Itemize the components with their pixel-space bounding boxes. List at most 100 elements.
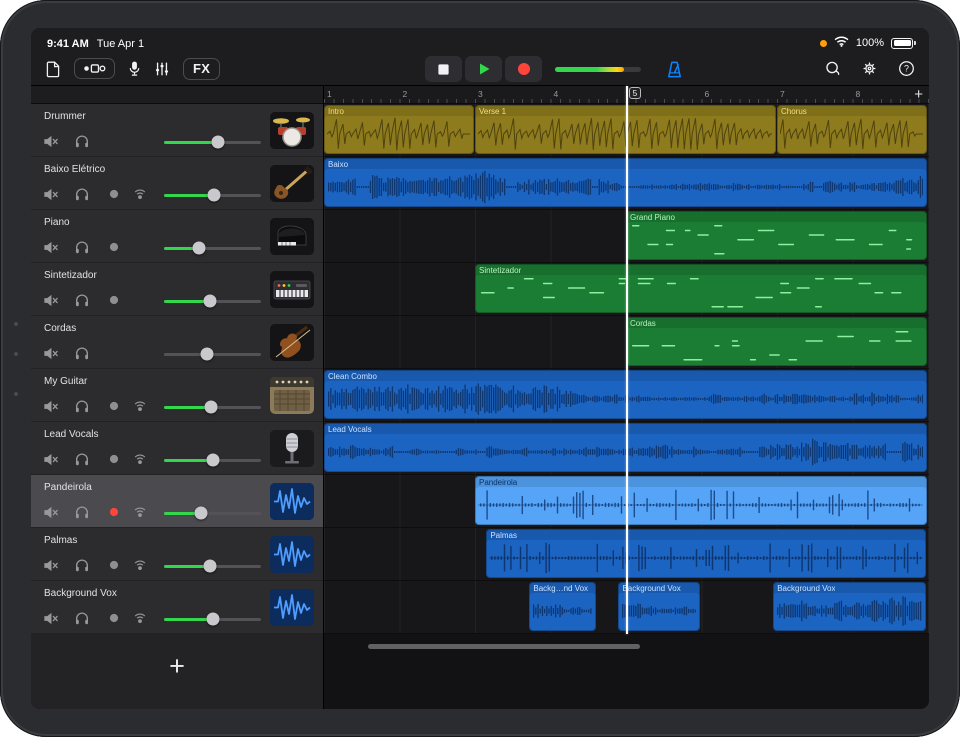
input-settings-button[interactable]: [132, 610, 150, 628]
volume-knob[interactable]: [212, 136, 225, 149]
midi-region[interactable]: Cordas: [626, 317, 927, 366]
playhead[interactable]: [626, 86, 628, 634]
record-enable-button[interactable]: [106, 557, 124, 575]
volume-slider[interactable]: [164, 459, 261, 462]
record-enable-button[interactable]: [106, 610, 124, 628]
track-header-palmas[interactable]: Palmas: [31, 528, 323, 581]
audio-region[interactable]: Background Vox: [773, 582, 926, 631]
instrument-icon-waveform[interactable]: [270, 483, 314, 520]
loop-browser-icon[interactable]: [824, 60, 841, 77]
record-enable-button[interactable]: [106, 398, 124, 416]
horizontal-scrollbar[interactable]: [368, 644, 640, 649]
instrument-icon-bass[interactable]: [270, 165, 314, 202]
volume-slider[interactable]: [164, 406, 261, 409]
audio-region[interactable]: Intro: [324, 105, 474, 154]
track-controls-icon[interactable]: [74, 58, 115, 79]
volume-knob[interactable]: [192, 242, 205, 255]
mute-button[interactable]: [42, 186, 60, 204]
volume-knob[interactable]: [203, 295, 216, 308]
mute-button[interactable]: [42, 610, 60, 628]
track-header-lead-vocals[interactable]: Lead Vocals: [31, 422, 323, 475]
instrument-icon-strings[interactable]: [270, 324, 314, 361]
volume-knob[interactable]: [206, 454, 219, 467]
volume-slider[interactable]: [164, 300, 261, 303]
monitor-button[interactable]: [74, 186, 92, 204]
stop-button[interactable]: [425, 56, 462, 82]
volume-slider[interactable]: [164, 565, 261, 568]
audio-region[interactable]: Chorus: [777, 105, 927, 154]
monitor-button[interactable]: [74, 292, 92, 310]
instrument-icon-drums[interactable]: [270, 112, 314, 149]
record-button[interactable]: [505, 56, 542, 82]
monitor-button[interactable]: [74, 345, 92, 363]
volume-slider[interactable]: [164, 512, 261, 515]
record-enable-button[interactable]: [106, 292, 124, 310]
record-enable-button[interactable]: [106, 186, 124, 204]
track-header-my-guitar[interactable]: My Guitar: [31, 369, 323, 422]
master-level-meter[interactable]: [555, 67, 641, 72]
monitor-button[interactable]: [74, 239, 92, 257]
monitor-button[interactable]: [74, 398, 92, 416]
volume-slider[interactable]: [164, 353, 261, 356]
record-enable-button[interactable]: [106, 451, 124, 469]
volume-knob[interactable]: [204, 401, 217, 414]
volume-slider[interactable]: [164, 141, 261, 144]
play-button[interactable]: [465, 56, 502, 82]
instrument-icon-synth[interactable]: [270, 271, 314, 308]
fx-button[interactable]: FX: [183, 58, 220, 80]
record-enable-button[interactable]: [106, 504, 124, 522]
input-settings-button[interactable]: [132, 186, 150, 204]
volume-knob[interactable]: [203, 560, 216, 573]
track-header-piano[interactable]: Piano: [31, 210, 323, 263]
mute-button[interactable]: [42, 133, 60, 151]
volume-slider[interactable]: [164, 194, 261, 197]
instrument-icon-amp[interactable]: [270, 377, 314, 414]
track-header-baixo-el-trico[interactable]: Baixo Elétrico: [31, 157, 323, 210]
audio-region[interactable]: Palmas: [486, 529, 926, 578]
metronome-icon[interactable]: [665, 60, 684, 79]
track-header-drummer[interactable]: Drummer: [31, 104, 323, 157]
add-bars-button[interactable]: +: [914, 86, 923, 103]
track-header-sintetizador[interactable]: Sintetizador: [31, 263, 323, 316]
volume-knob[interactable]: [200, 348, 213, 361]
mute-button[interactable]: [42, 451, 60, 469]
mute-button[interactable]: [42, 345, 60, 363]
audio-region[interactable]: Background Vox: [618, 582, 700, 631]
mute-button[interactable]: [42, 504, 60, 522]
mixer-icon[interactable]: [154, 61, 170, 77]
instrument-icon-waveform[interactable]: [270, 589, 314, 626]
mute-button[interactable]: [42, 398, 60, 416]
input-settings-button[interactable]: [132, 557, 150, 575]
volume-knob[interactable]: [208, 189, 221, 202]
monitor-button[interactable]: [74, 557, 92, 575]
instrument-icon-mic[interactable]: [270, 430, 314, 467]
mute-button[interactable]: [42, 292, 60, 310]
input-settings-button[interactable]: [132, 504, 150, 522]
document-icon[interactable]: [45, 60, 61, 78]
mute-button[interactable]: [42, 239, 60, 257]
add-track-button[interactable]: +: [169, 646, 185, 686]
settings-icon[interactable]: [861, 60, 878, 77]
audio-region[interactable]: Backg…nd Vox: [529, 582, 595, 631]
midi-region[interactable]: Sintetizador: [475, 264, 927, 313]
instrument-icon-waveform[interactable]: [270, 536, 314, 573]
track-header-cordas[interactable]: Cordas: [31, 316, 323, 369]
monitor-button[interactable]: [74, 451, 92, 469]
volume-knob[interactable]: [194, 507, 207, 520]
monitor-button[interactable]: [74, 610, 92, 628]
volume-knob[interactable]: [206, 613, 219, 626]
microphone-icon[interactable]: [128, 60, 141, 77]
monitor-button[interactable]: [74, 133, 92, 151]
track-header-background-vox[interactable]: Background Vox: [31, 581, 323, 634]
midi-region[interactable]: Grand Piano: [626, 211, 927, 260]
volume-slider[interactable]: [164, 247, 261, 250]
record-enable-button[interactable]: [106, 239, 124, 257]
input-settings-button[interactable]: [132, 398, 150, 416]
monitor-button[interactable]: [74, 504, 92, 522]
help-icon[interactable]: ?: [898, 60, 915, 77]
audio-region[interactable]: Pandeirola: [475, 476, 927, 525]
track-header-pandeirola[interactable]: Pandeirola: [31, 475, 323, 528]
instrument-icon-piano[interactable]: [270, 218, 314, 255]
mute-button[interactable]: [42, 557, 60, 575]
volume-slider[interactable]: [164, 618, 261, 621]
